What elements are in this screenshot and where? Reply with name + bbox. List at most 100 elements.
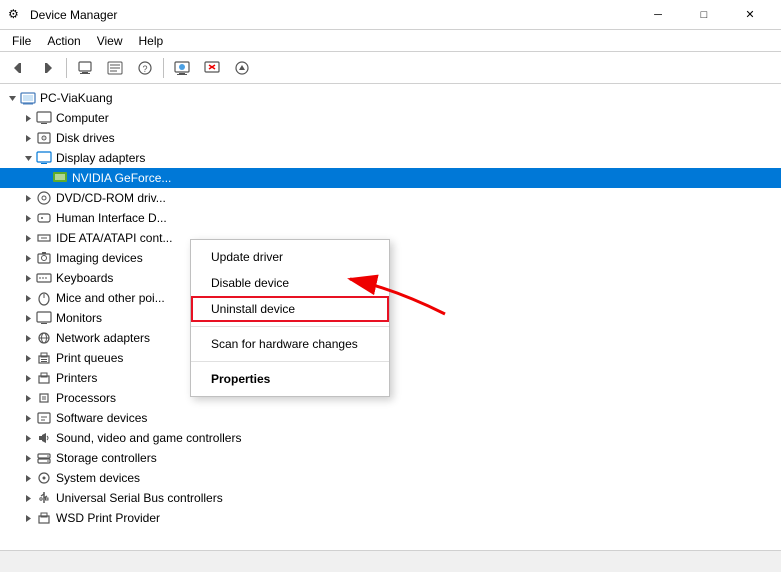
window-controls: ─ □ ✕ bbox=[635, 0, 773, 30]
tree-item-sound[interactable]: Sound, video and game controllers bbox=[0, 428, 781, 448]
tree-item-ide[interactable]: IDE ATA/ATAPI cont... bbox=[0, 228, 781, 248]
maximize-button[interactable]: □ bbox=[681, 0, 727, 30]
context-menu: Update driverDisable deviceUninstall dev… bbox=[190, 239, 390, 397]
back-button[interactable] bbox=[4, 55, 32, 81]
icon-display bbox=[36, 150, 52, 166]
label-disk: Disk drives bbox=[56, 131, 115, 145]
menu-item-action[interactable]: Action bbox=[39, 32, 88, 50]
tree-item-storage[interactable]: Storage controllers bbox=[0, 448, 781, 468]
context-menu-item-properties[interactable]: Properties bbox=[191, 366, 389, 392]
expander-system[interactable] bbox=[20, 470, 36, 486]
label-usb: Universal Serial Bus controllers bbox=[56, 491, 223, 505]
icon-storage bbox=[36, 450, 52, 466]
tree-item-software[interactable]: Software devices bbox=[0, 408, 781, 428]
label-print_q: Print queues bbox=[56, 351, 123, 365]
expander-wsd[interactable] bbox=[20, 510, 36, 526]
menu-item-file[interactable]: File bbox=[4, 32, 39, 50]
tree-item-usb[interactable]: Universal Serial Bus controllers bbox=[0, 488, 781, 508]
tree-item-root[interactable]: PC-ViaKuang bbox=[0, 88, 781, 108]
expander-computer[interactable] bbox=[20, 110, 36, 126]
expander-sound[interactable] bbox=[20, 430, 36, 446]
expander-usb[interactable] bbox=[20, 490, 36, 506]
context-menu-item-scan_hardware[interactable]: Scan for hardware changes bbox=[191, 331, 389, 357]
expander-print_q[interactable] bbox=[20, 350, 36, 366]
icon-network bbox=[36, 330, 52, 346]
tree-item-system[interactable]: System devices bbox=[0, 468, 781, 488]
icon-printers bbox=[36, 370, 52, 386]
tree-item-monitors[interactable]: Monitors bbox=[0, 308, 781, 328]
label-printers: Printers bbox=[56, 371, 97, 385]
toolbar-sep-2 bbox=[163, 58, 164, 78]
menubar: FileActionViewHelp bbox=[0, 30, 781, 52]
icon-mice bbox=[36, 290, 52, 306]
label-network: Network adapters bbox=[56, 331, 150, 345]
menu-item-help[interactable]: Help bbox=[131, 32, 172, 50]
icon-software bbox=[36, 410, 52, 426]
tree-item-imaging[interactable]: Imaging devices bbox=[0, 248, 781, 268]
tree-item-processors[interactable]: Processors bbox=[0, 388, 781, 408]
context-menu-separator bbox=[191, 326, 389, 327]
tree-item-display[interactable]: Display adapters bbox=[0, 148, 781, 168]
label-computer: Computer bbox=[56, 111, 109, 125]
expander-imaging[interactable] bbox=[20, 250, 36, 266]
minimize-button[interactable]: ─ bbox=[635, 0, 681, 30]
icon-hid bbox=[36, 210, 52, 226]
expander-keyboards[interactable] bbox=[20, 270, 36, 286]
delete-button[interactable] bbox=[198, 55, 226, 81]
icon-imaging bbox=[36, 250, 52, 266]
label-ide: IDE ATA/ATAPI cont... bbox=[56, 231, 172, 245]
expander-hid[interactable] bbox=[20, 210, 36, 226]
label-system: System devices bbox=[56, 471, 140, 485]
icon-nvidia bbox=[52, 170, 68, 186]
tree-item-dvd[interactable]: DVD/CD-ROM driv... bbox=[0, 188, 781, 208]
expander-display[interactable] bbox=[20, 150, 36, 166]
icon-ide bbox=[36, 230, 52, 246]
properties-list-btn[interactable] bbox=[101, 55, 129, 81]
tree-item-nvidia[interactable]: NVIDIA GeForce... bbox=[0, 168, 781, 188]
tree-item-hid[interactable]: Human Interface D... bbox=[0, 208, 781, 228]
label-software: Software devices bbox=[56, 411, 147, 425]
close-button[interactable]: ✕ bbox=[727, 0, 773, 30]
label-mice: Mice and other poi... bbox=[56, 291, 165, 305]
tree-item-network[interactable]: Network adapters bbox=[0, 328, 781, 348]
properties-toolbar-btn[interactable] bbox=[71, 55, 99, 81]
icon-usb bbox=[36, 490, 52, 506]
context-menu-item-disable_device[interactable]: Disable device bbox=[191, 270, 389, 296]
expander-mice[interactable] bbox=[20, 290, 36, 306]
tree-item-print_q[interactable]: Print queues bbox=[0, 348, 781, 368]
svg-text:?: ? bbox=[143, 64, 148, 74]
tree-item-mice[interactable]: Mice and other poi... bbox=[0, 288, 781, 308]
expander-dvd[interactable] bbox=[20, 190, 36, 206]
expander-nvidia bbox=[36, 170, 52, 186]
tree-item-wsd[interactable]: WSD Print Provider bbox=[0, 508, 781, 528]
label-monitors: Monitors bbox=[56, 311, 102, 325]
device-tree[interactable]: PC-ViaKuang Computer Disk drives Display ad… bbox=[0, 84, 781, 532]
label-storage: Storage controllers bbox=[56, 451, 157, 465]
label-keyboards: Keyboards bbox=[56, 271, 113, 285]
tree-item-printers[interactable]: Printers bbox=[0, 368, 781, 388]
tree-item-disk[interactable]: Disk drives bbox=[0, 128, 781, 148]
context-menu-item-update_driver[interactable]: Update driver bbox=[191, 244, 389, 270]
monitor-button[interactable] bbox=[168, 55, 196, 81]
tree-item-computer[interactable]: Computer bbox=[0, 108, 781, 128]
icon-disk bbox=[36, 130, 52, 146]
context-menu-item-uninstall_device[interactable]: Uninstall device bbox=[191, 296, 389, 322]
icon-root bbox=[20, 90, 36, 106]
help-button[interactable]: ? bbox=[131, 55, 159, 81]
menu-item-view[interactable]: View bbox=[89, 32, 131, 50]
scan-button[interactable] bbox=[228, 55, 256, 81]
tree-item-keyboards[interactable]: Keyboards bbox=[0, 268, 781, 288]
icon-wsd bbox=[36, 510, 52, 526]
expander-network[interactable] bbox=[20, 330, 36, 346]
expander-monitors[interactable] bbox=[20, 310, 36, 326]
expander-storage[interactable] bbox=[20, 450, 36, 466]
expander-ide[interactable] bbox=[20, 230, 36, 246]
expander-printers[interactable] bbox=[20, 370, 36, 386]
forward-button[interactable] bbox=[34, 55, 62, 81]
expander-software[interactable] bbox=[20, 410, 36, 426]
label-wsd: WSD Print Provider bbox=[56, 511, 160, 525]
expander-root[interactable] bbox=[4, 90, 20, 106]
context-menu-separator bbox=[191, 361, 389, 362]
expander-disk[interactable] bbox=[20, 130, 36, 146]
expander-processors[interactable] bbox=[20, 390, 36, 406]
